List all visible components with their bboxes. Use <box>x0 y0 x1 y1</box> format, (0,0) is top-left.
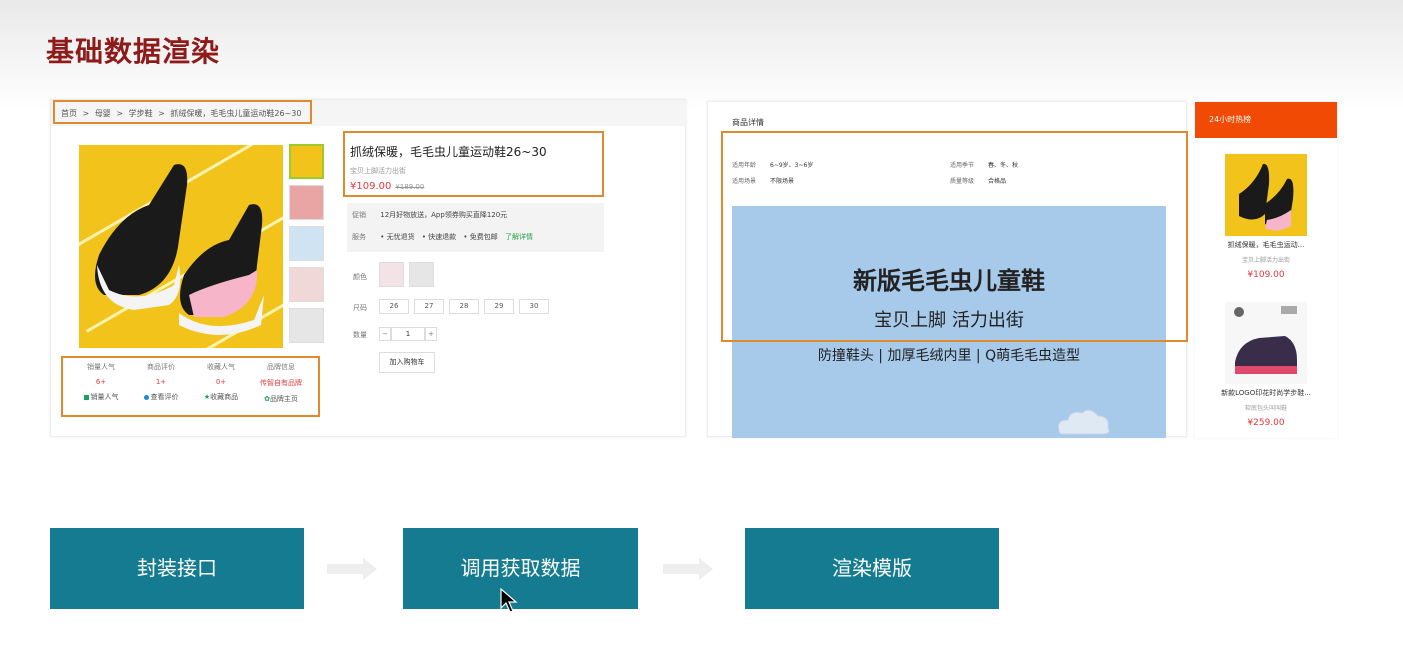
hot-item[interactable]: 抓绒保暖，毛毛虫运动... 宝贝上脚活力出街 ¥109.00 <box>1195 154 1337 280</box>
stat-label: 商品评价 <box>147 363 175 371</box>
stat-brand: 品牌信息 传智自有品牌 ✿品牌主页 <box>251 362 311 404</box>
qty-minus-button[interactable]: − <box>379 327 391 341</box>
size-option[interactable]: 28 <box>449 299 479 314</box>
add-to-cart-button[interactable]: 加入购物车 <box>379 352 435 373</box>
stat-action[interactable]: 销量人气 <box>71 392 131 402</box>
stat-label: 销量人气 <box>87 363 115 371</box>
stat-action[interactable]: ★收藏商品 <box>191 392 251 402</box>
hot-item-title: 抓绒保暖，毛毛虫运动... <box>1227 241 1305 249</box>
flow-step-render-template: 渲染模版 <box>745 528 999 609</box>
detail-heading: 商品详情 <box>732 118 764 127</box>
breadcrumb-home[interactable]: 首页 <box>61 109 77 118</box>
product-info-box: 抓绒保暖，毛毛虫儿童运动鞋26~30 宝贝上脚活力出街 ¥109.00 ¥189.… <box>343 131 604 197</box>
hot-item-price: ¥259.00 <box>1247 418 1285 428</box>
hot-item-subtitle: 软底包头叫叫鞋 <box>1244 405 1287 412</box>
banner-features: 防撞鞋头 | 加厚毛绒内里 | Q萌毛毛虫造型 <box>817 348 1081 364</box>
service-item: • 快速退款 <box>421 233 457 241</box>
product-page-screenshot: 首页 > 母婴 > 学步鞋 > 抓绒保暖，毛毛虫儿童运动鞋26~30 销量人气 … <box>50 99 687 437</box>
main-product-image <box>79 145 283 348</box>
hot-list-panel: 24小时热榜 抓绒保暖，毛毛虫运动... 宝贝上脚活力出街 ¥109.00 新款… <box>1195 102 1337 438</box>
stat-sales: 销量人气 6+ 销量人气 <box>71 362 131 402</box>
product-stats: 销量人气 6+ 销量人气 商品评价 1+ 查看评价 收藏人气 0+ ★收藏商品 … <box>61 356 320 417</box>
arrow-right-icon <box>327 558 377 580</box>
hot-item[interactable]: 新款LOGO印花时尚学步鞋... 软底包头叫叫鞋 ¥259.00 <box>1195 302 1337 428</box>
slide-title: 基础数据渲染 <box>46 35 221 68</box>
qty-label: 数量 <box>353 331 367 339</box>
qty-plus-button[interactable]: + <box>425 327 437 341</box>
stat-action[interactable]: 查看评价 <box>131 392 191 402</box>
product-subtitle: 宝贝上脚活力出街 <box>350 167 406 175</box>
mouse-cursor-icon <box>500 588 518 613</box>
size-label: 尺码 <box>353 304 367 312</box>
hot-item-image <box>1225 302 1307 384</box>
stat-action[interactable]: ✿品牌主页 <box>251 394 311 404</box>
breadcrumb: 首页 > 母婴 > 学步鞋 > 抓绒保暖，毛毛虫儿童运动鞋26~30 <box>53 100 313 124</box>
promo-label: 促销 <box>352 211 366 219</box>
thumbnail-4[interactable] <box>289 267 324 302</box>
color-swatch-black[interactable] <box>409 262 434 287</box>
cloud-icon <box>1057 409 1110 435</box>
service-label: 服务 <box>352 233 366 241</box>
qty-input[interactable]: 1 <box>391 327 425 341</box>
color-label: 颜色 <box>353 273 367 281</box>
stat-reviews: 商品评价 1+ 查看评价 <box>131 362 191 402</box>
stat-favorites: 收藏人气 0+ ★收藏商品 <box>191 362 251 402</box>
arrow-right-icon <box>663 558 713 580</box>
hot-list-heading: 24小时热榜 <box>1195 102 1337 138</box>
hot-item-title: 新款LOGO印花时尚学步鞋... <box>1221 389 1311 397</box>
stat-value: 传智自有品牌 <box>260 379 302 387</box>
service-item: • 免费包邮 <box>463 233 498 241</box>
stat-value: 6+ <box>95 378 107 386</box>
stat-value: 0+ <box>215 378 227 386</box>
breadcrumb-current: 抓绒保暖，毛毛虫儿童运动鞋26~30 <box>170 109 302 118</box>
flow-step-encapsulate-api: 封装接口 <box>50 528 304 609</box>
hot-item-image <box>1225 154 1307 236</box>
highlight-frame <box>721 131 1188 342</box>
thumbnail-1[interactable] <box>289 144 324 179</box>
breadcrumb-separator: > <box>82 109 90 118</box>
promo-box: 促销 12月好物放送，App领券购买直降120元 服务 • 无忧退货 • 快速退… <box>347 203 604 252</box>
service-details-link[interactable]: 了解详情 <box>505 233 533 241</box>
thumbnail-5[interactable] <box>289 308 324 343</box>
product-title: 抓绒保暖，毛毛虫儿童运动鞋26~30 <box>350 145 547 159</box>
size-option[interactable]: 30 <box>519 299 549 314</box>
breadcrumb-separator: > <box>158 109 165 118</box>
size-option[interactable]: 26 <box>379 299 409 314</box>
stat-label: 品牌信息 <box>267 363 295 371</box>
service-item: • 无忧退货 <box>380 233 415 241</box>
thumbnail-2[interactable] <box>289 185 324 220</box>
hot-item-price: ¥109.00 <box>1247 270 1285 280</box>
stat-value: 1+ <box>155 378 167 386</box>
flag-icon <box>83 394 89 400</box>
size-option[interactable]: 27 <box>414 299 444 314</box>
thumbnail-list <box>289 144 325 349</box>
comment-icon <box>143 394 149 400</box>
thumbnail-3[interactable] <box>289 226 324 261</box>
flow-step-fetch-data: 调用获取数据 <box>403 528 638 609</box>
breadcrumb-subcategory[interactable]: 学步鞋 <box>129 109 153 118</box>
stat-label: 收藏人气 <box>207 363 235 371</box>
breadcrumb-category[interactable]: 母婴 <box>95 109 111 118</box>
size-option[interactable]: 29 <box>484 299 514 314</box>
hot-item-subtitle: 宝贝上脚活力出街 <box>1241 257 1290 264</box>
promo-text: 12月好物放送，App领券购买直降120元 <box>380 211 508 219</box>
color-swatch-pink[interactable] <box>379 262 404 287</box>
old-price: ¥189.00 <box>395 183 425 191</box>
breadcrumb-separator: > <box>116 109 124 118</box>
product-price: ¥109.00 ¥189.00 <box>350 181 425 192</box>
